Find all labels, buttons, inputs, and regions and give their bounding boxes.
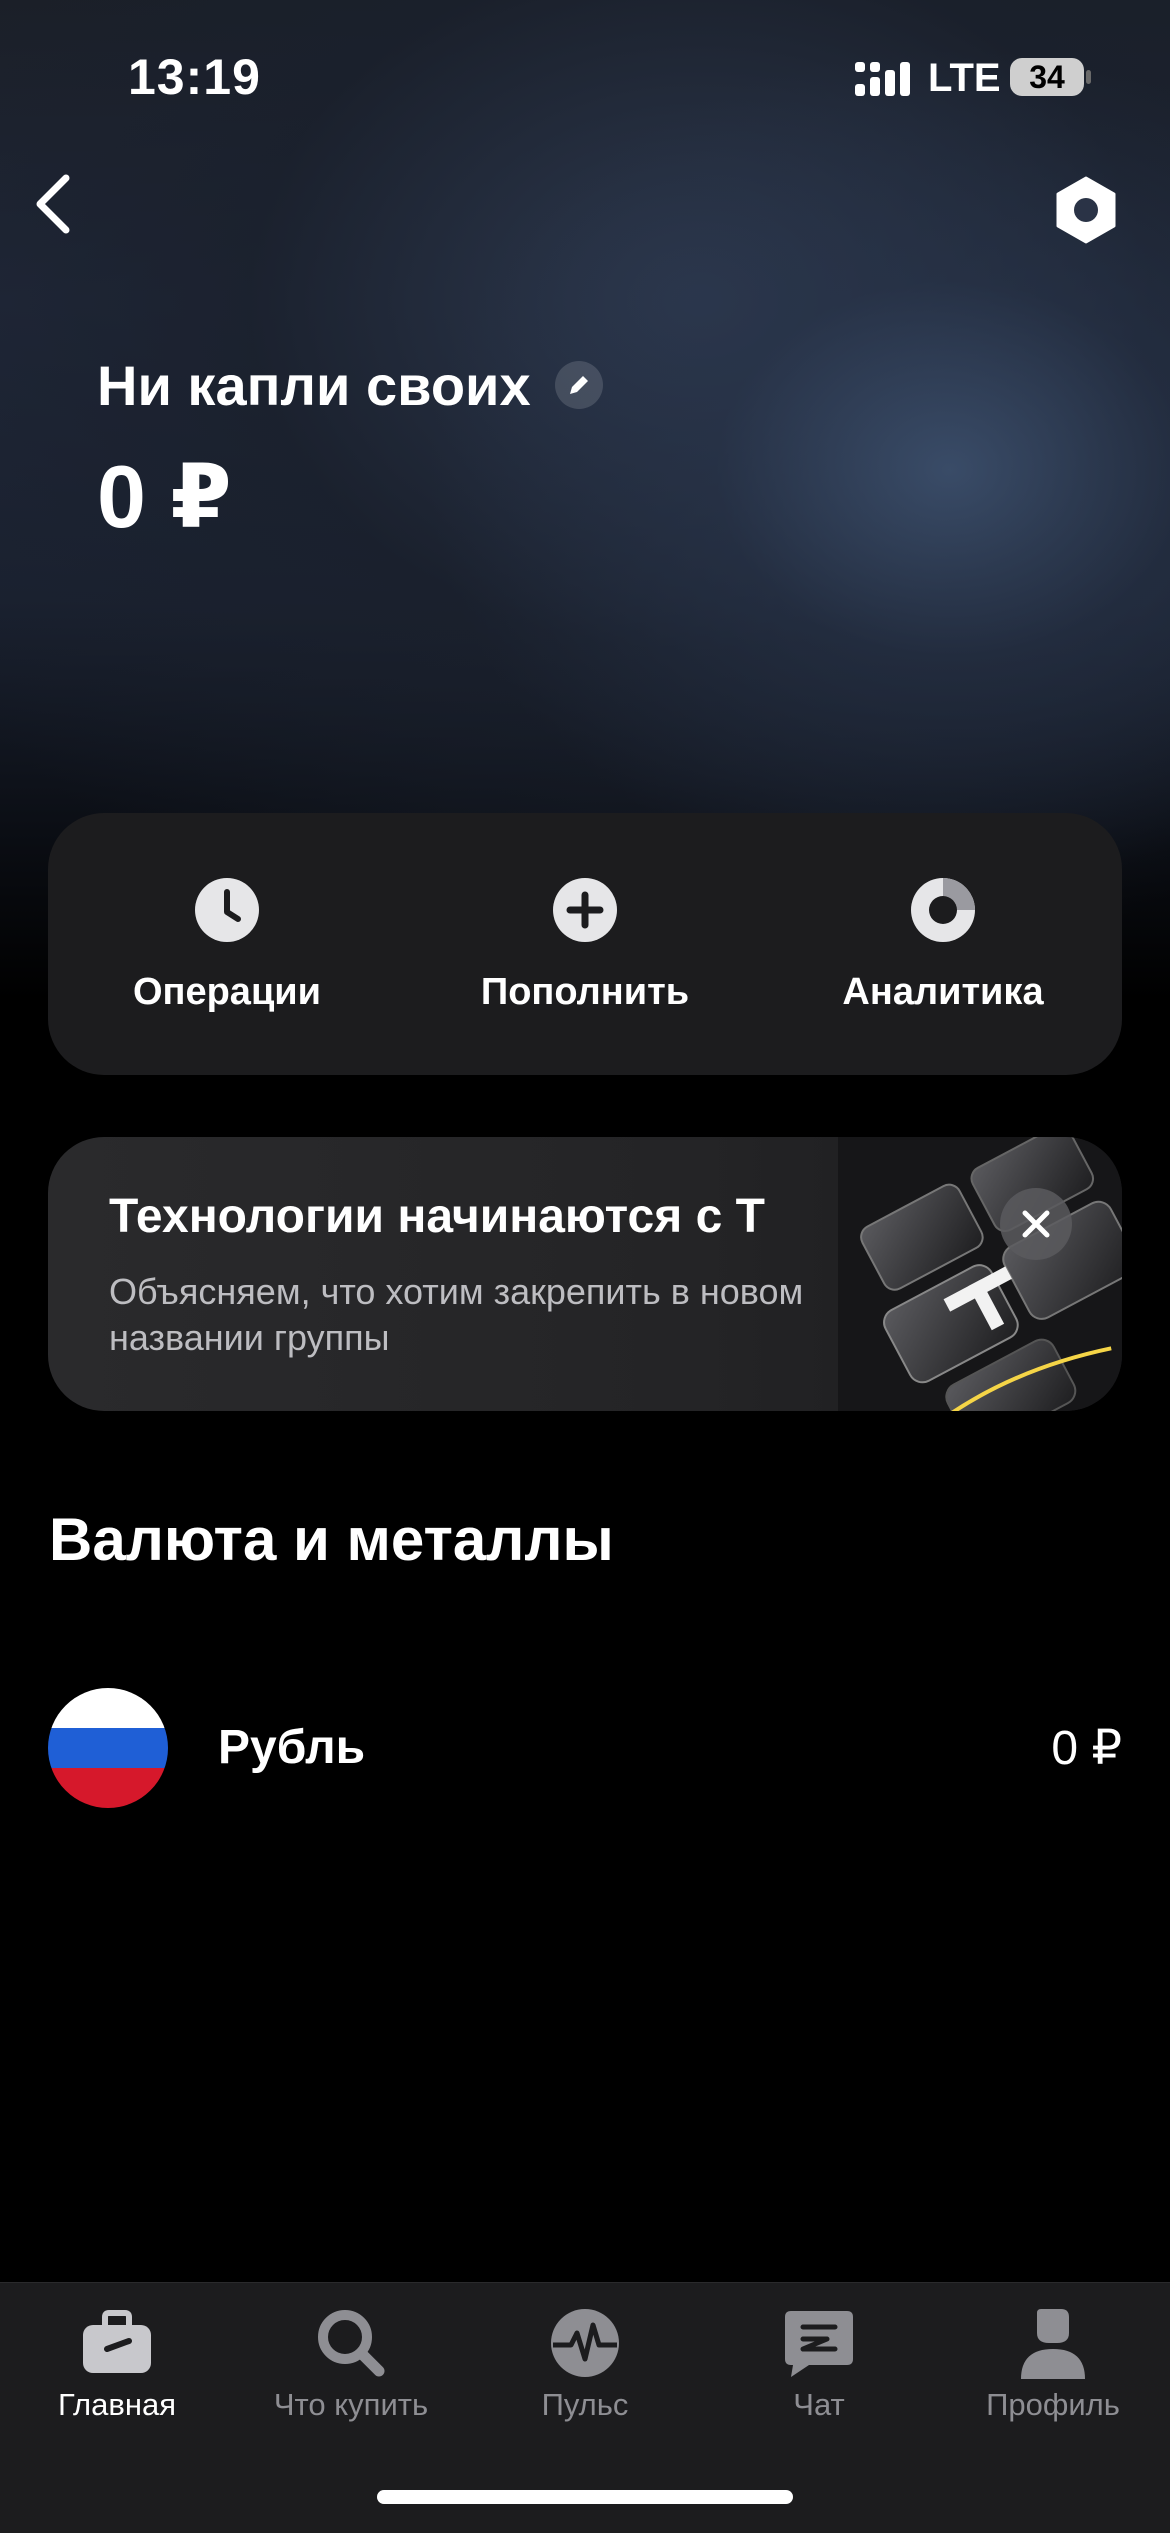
tab-label: Профиль [986, 2387, 1120, 2422]
profile-icon [1021, 2309, 1085, 2379]
tab-pulse[interactable]: Пульс [468, 2283, 702, 2433]
action-label: Операции [132, 971, 322, 1013]
tab-label: Чат [793, 2387, 845, 2422]
tab-what-to-buy[interactable]: Что купить [234, 2283, 468, 2433]
action-label: Аналитика [842, 971, 1044, 1013]
account-title: Ни капли своих [97, 353, 531, 417]
clock-icon [195, 878, 259, 942]
promo-banner[interactable]: Технологии начинаются с Т Объясняем, что… [48, 1137, 1122, 1411]
action-top-up[interactable]: Пополнить [406, 813, 764, 1075]
promo-text: Объясняем, что хотим закрепить в новом н… [109, 1271, 804, 1358]
promo-keyboard-art [838, 1137, 1122, 1411]
russia-flag-icon [48, 1688, 168, 1808]
status-time: 13:19 [128, 49, 261, 105]
account-title-row: Ни капли своих [97, 345, 603, 425]
back-button[interactable] [22, 168, 94, 240]
tab-profile[interactable]: Профиль [936, 2283, 1170, 2433]
battery-level: 34 [1029, 59, 1065, 95]
tab-label: Что купить [273, 2387, 429, 2422]
chevron-left-icon [36, 174, 70, 234]
section-title: Валюта и металлы [49, 1506, 614, 1573]
actions-card: Операции Пополнить Аналитика [48, 813, 1122, 1075]
battery-tip [1086, 70, 1091, 84]
close-icon [1022, 1210, 1050, 1238]
account-balance: 0 ₽ [97, 447, 232, 546]
currency-amount: 0 ₽ [1051, 1722, 1122, 1775]
tab-label: Главная [58, 2387, 176, 2422]
tab-label: Пульс [541, 2387, 629, 2422]
hexagon-settings-icon [1056, 176, 1116, 244]
currency-row[interactable]: Рубль 0 ₽ [48, 1688, 1122, 1810]
pencil-icon [569, 376, 588, 394]
plus-icon [553, 878, 617, 942]
settings-button[interactable] [1052, 176, 1120, 244]
network-type: LTE [928, 56, 1001, 100]
tab-home[interactable]: Главная [0, 2283, 234, 2433]
pulse-icon [551, 2309, 619, 2377]
battery-icon: 34 [1010, 58, 1084, 96]
home-indicator[interactable] [377, 2490, 793, 2504]
search-icon [318, 2310, 385, 2377]
briefcase-icon [83, 2310, 151, 2373]
currency-name: Рубль [218, 1721, 366, 1774]
cellular-signal-icon [855, 62, 910, 96]
edit-name-button[interactable] [554, 361, 603, 409]
chat-icon [785, 2311, 853, 2377]
donut-chart-icon [911, 878, 975, 942]
promo-close-button[interactable] [1000, 1188, 1072, 1260]
action-operations[interactable]: Операции [48, 813, 406, 1075]
action-label: Пополнить [480, 971, 690, 1013]
tab-chat[interactable]: Чат [702, 2283, 936, 2433]
status-bar: 13:19 LTE 34 [0, 0, 1170, 150]
promo-title: Технологии начинаются с Т [109, 1190, 765, 1243]
action-analytics[interactable]: Аналитика [764, 813, 1122, 1075]
